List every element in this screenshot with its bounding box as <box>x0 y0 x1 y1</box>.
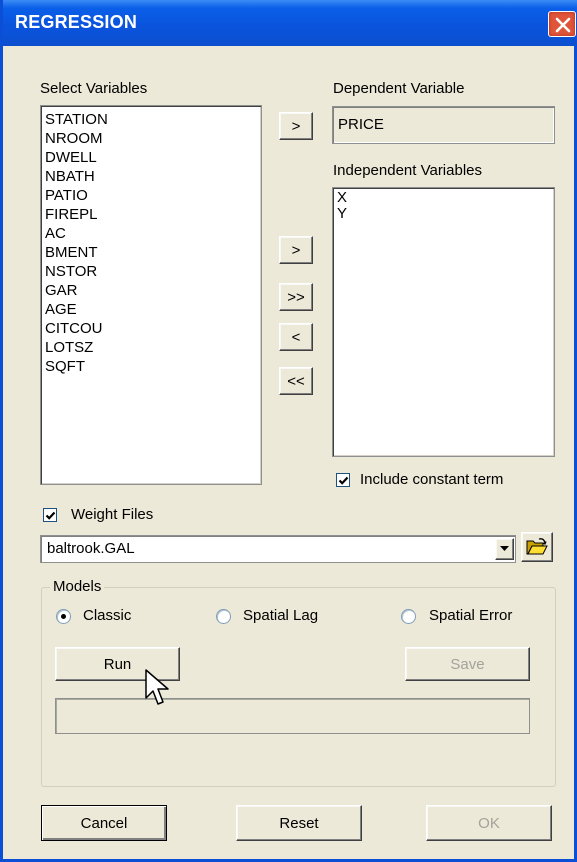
window-title: REGRESSION <box>15 12 138 32</box>
list-item[interactable]: AGE <box>45 300 108 319</box>
list-item[interactable]: AC <box>45 224 108 243</box>
independent-variables-label: Independent Variables <box>333 162 483 179</box>
list-item[interactable]: FIREPL <box>45 205 108 224</box>
close-icon <box>555 17 571 33</box>
list-item[interactable]: BMENT <box>45 243 108 262</box>
list-item[interactable]: DWELL <box>45 148 108 167</box>
list-item[interactable]: LOTSZ <box>45 338 108 357</box>
chevron-down-icon <box>500 546 509 551</box>
weight-file-value: baltrook.GAL <box>47 540 135 557</box>
list-item[interactable]: NBATH <box>45 167 108 186</box>
spatial-lag-label: Spatial Lag <box>243 607 319 624</box>
radio-selected-dot <box>61 614 66 619</box>
open-weight-file-button[interactable] <box>521 532 553 562</box>
spatial-error-label: Spatial Error <box>429 607 513 624</box>
select-variables-items: STATION NROOM DWELL NBATH PATIO FIREPL A… <box>45 110 108 376</box>
regression-dialog: REGRESSION Select Variables STATION NROO… <box>0 0 577 862</box>
cancel-button[interactable]: Cancel <box>41 805 167 841</box>
close-button[interactable] <box>548 11 576 37</box>
open-folder-icon <box>526 538 548 555</box>
list-item[interactable]: NROOM <box>45 129 108 148</box>
mouse-pointer-icon <box>145 669 169 705</box>
weight-files-checkbox[interactable] <box>43 508 57 522</box>
select-variables-list[interactable]: STATION NROOM DWELL NBATH PATIO FIREPL A… <box>40 105 262 485</box>
list-item[interactable]: CITCOU <box>45 319 108 338</box>
weight-file-select[interactable]: baltrook.GAL <box>40 535 516 563</box>
list-item[interactable]: NSTOR <box>45 262 108 281</box>
models-label: Models <box>50 578 105 595</box>
list-item[interactable]: SQFT <box>45 357 108 376</box>
independent-variables-list[interactable]: X Y <box>332 187 555 457</box>
include-constant-checkbox[interactable] <box>336 473 350 487</box>
include-constant-label: Include constant term <box>360 471 504 488</box>
add-independent-button[interactable]: > <box>279 236 313 264</box>
dependent-variable-label: Dependent Variable <box>333 80 465 97</box>
progress-bar <box>55 698 530 734</box>
remove-all-independent-button[interactable]: << <box>279 367 313 395</box>
select-variables-label: Select Variables <box>40 80 148 97</box>
save-button[interactable]: Save <box>405 647 530 681</box>
list-item[interactable]: Y <box>337 206 347 222</box>
ok-button[interactable]: OK <box>426 805 552 841</box>
weight-file-dropdown-button[interactable] <box>495 538 514 560</box>
spatial-error-radio[interactable] <box>401 609 416 624</box>
remove-independent-button[interactable]: < <box>279 323 313 351</box>
checkmark-icon <box>45 511 56 520</box>
weight-files-label: Weight Files <box>71 506 154 523</box>
list-item[interactable]: STATION <box>45 110 108 129</box>
dependent-variable-value: PRICE <box>338 116 384 133</box>
add-dependent-button[interactable]: > <box>279 112 313 140</box>
list-item[interactable]: PATIO <box>45 186 108 205</box>
classic-label: Classic <box>83 607 132 624</box>
add-all-independent-button[interactable]: >> <box>279 283 313 311</box>
dependent-variable-field[interactable]: PRICE <box>332 106 555 144</box>
list-item[interactable]: X <box>337 190 347 206</box>
list-item[interactable]: GAR <box>45 281 108 300</box>
title-bar: REGRESSION <box>3 0 577 46</box>
checkmark-icon <box>338 476 349 485</box>
spatial-lag-radio[interactable] <box>216 609 231 624</box>
independent-variables-items: X Y <box>337 190 347 222</box>
classic-radio[interactable] <box>56 609 71 624</box>
reset-button[interactable]: Reset <box>236 805 362 841</box>
